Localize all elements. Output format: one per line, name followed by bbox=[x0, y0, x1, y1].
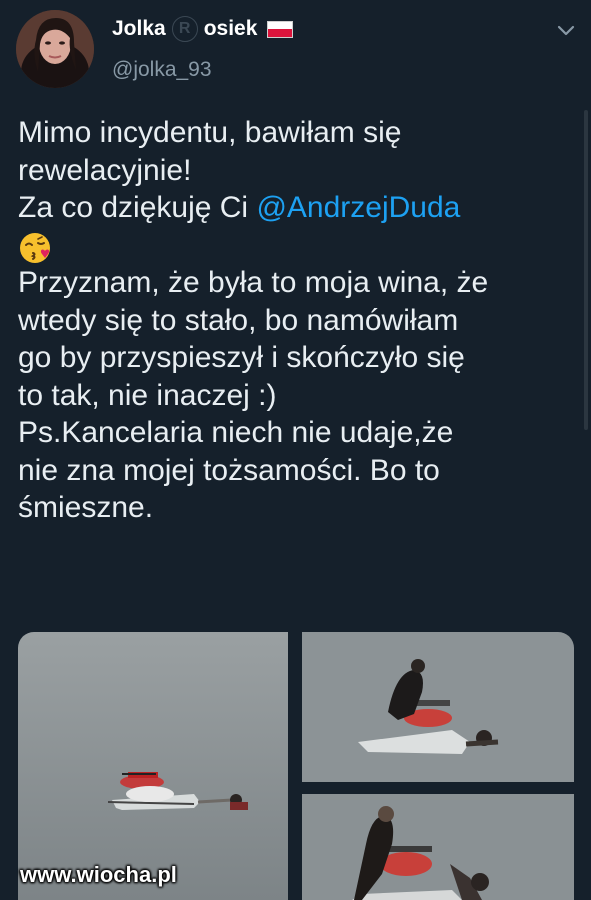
user-handle[interactable]: @jolka_93 bbox=[112, 58, 212, 82]
watermark: www.wiocha.pl bbox=[20, 862, 177, 887]
emoji-line bbox=[18, 227, 578, 265]
jet-ski-photo bbox=[302, 794, 574, 900]
tweet-line: Mimo incydentu, bawiłam się bbox=[18, 116, 402, 149]
chevron-down-icon[interactable] bbox=[556, 24, 576, 38]
tweet-line: Ps.Kancelaria niech nie udaje,że bbox=[18, 416, 454, 449]
tweet-line: wtedy się to stało, bo namówiłam bbox=[18, 303, 459, 337]
jet-ski-photo bbox=[302, 632, 574, 782]
avatar[interactable] bbox=[16, 10, 94, 88]
tweet-line: Przyznam, że była to moja wina, że bbox=[18, 266, 489, 299]
face-blowing-kiss-emoji bbox=[20, 232, 50, 263]
mention-link[interactable]: @AndrzejDuda bbox=[256, 191, 460, 224]
tweet-line: Za co dziękuję Ci @AndrzejDuda bbox=[18, 189, 578, 227]
poland-flag-icon bbox=[267, 20, 294, 38]
tweet-line-text: Za co dziękuję Ci bbox=[18, 191, 257, 224]
media-photo-3[interactable] bbox=[302, 794, 574, 900]
media-photo-2[interactable] bbox=[302, 632, 574, 782]
scrollbar[interactable] bbox=[584, 110, 588, 430]
display-name-row[interactable]: Jolka R osiek bbox=[112, 16, 294, 42]
jet-ski-photo bbox=[18, 632, 288, 900]
tweet-text: Mimo incydentu, bawiłam się rewelacyjnie… bbox=[18, 114, 578, 527]
registered-mark: R bbox=[171, 16, 198, 42]
tweet-line: rewelacyjnie! bbox=[18, 153, 192, 187]
media-grid bbox=[18, 632, 574, 900]
display-name-first[interactable]: Jolka bbox=[112, 17, 166, 41]
avatar-image bbox=[16, 10, 94, 88]
tweet-line: śmieszne. bbox=[18, 491, 154, 524]
tweet-header: Jolka R osiek @jolka_93 bbox=[0, 0, 591, 100]
tweet-line: to tak, nie inaczej :) bbox=[18, 378, 277, 412]
display-name-second[interactable]: osiek bbox=[204, 17, 258, 41]
tweet-line: nie zna mojej tożsamości. Bo to bbox=[18, 453, 440, 487]
media-photo-1[interactable] bbox=[18, 632, 288, 900]
tweet-line: go by przyspieszył i skończyło się bbox=[18, 341, 465, 374]
